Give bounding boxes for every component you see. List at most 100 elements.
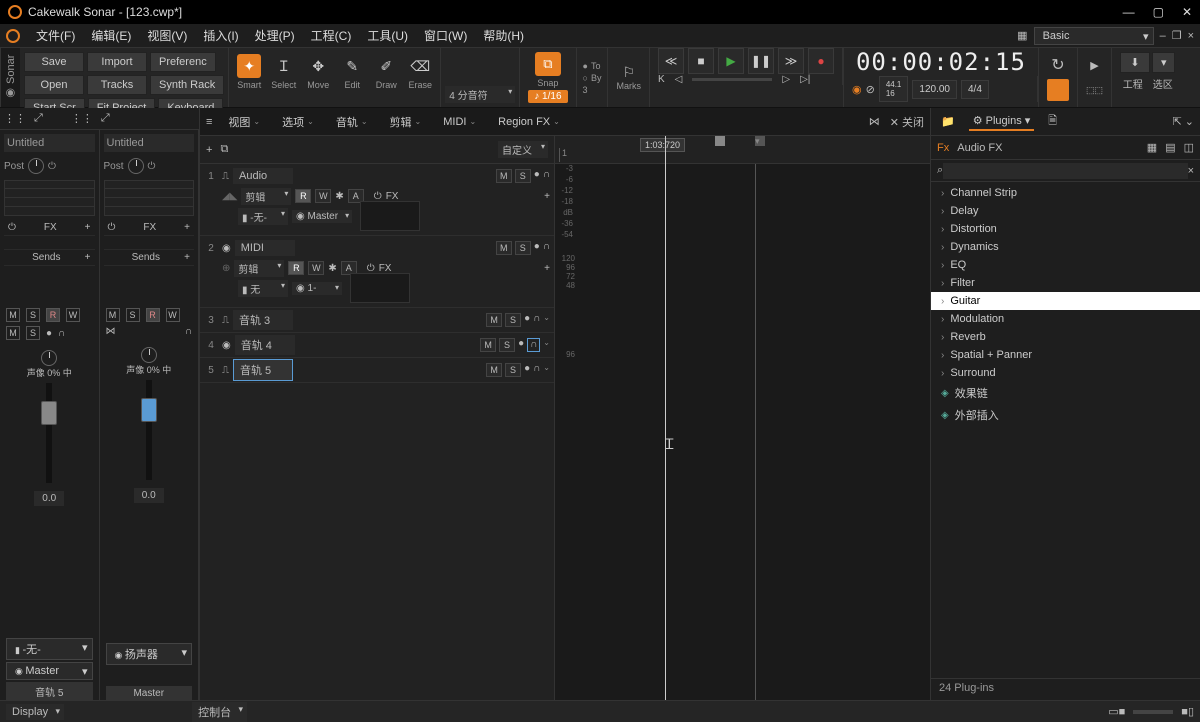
save-button[interactable]: Save [24, 52, 84, 72]
browser-pin-icon[interactable]: ⇱ ⌄ [1173, 115, 1195, 128]
hzoom-slider[interactable] [1133, 710, 1173, 714]
browser-tab-plugins[interactable]: ⚙ Plugins ▾ [969, 112, 1035, 131]
zoom-v-icon[interactable]: ■▯ [1181, 705, 1194, 718]
strip1-pan-knob[interactable] [41, 350, 57, 366]
plugin-search-input[interactable] [943, 163, 1187, 179]
track4-name[interactable]: 音轨 4 [235, 335, 295, 355]
plugin-channel-strip[interactable]: Channel Strip [931, 184, 1200, 202]
marker-1[interactable]: ▾ [715, 136, 725, 146]
br-view1-icon[interactable]: ▦ [1147, 141, 1157, 154]
strip2-post-knob[interactable] [128, 158, 144, 174]
timecode-display[interactable]: 00:00:02:15 [844, 48, 1038, 76]
smart-tool-icon[interactable]: ✦ [237, 54, 261, 78]
strip1-fader[interactable] [46, 383, 52, 483]
marker-2[interactable]: ▾ [755, 136, 765, 146]
plugin-dynamics[interactable]: Dynamics [931, 238, 1200, 256]
synthrack-button[interactable]: Synth Rack [150, 75, 224, 95]
strip2-eq[interactable] [104, 180, 195, 216]
automation-icon[interactable]: ⋈ [869, 115, 880, 128]
strip2-rec[interactable]: R [146, 308, 160, 322]
menu-insert[interactable]: 插入(I) [195, 27, 246, 44]
strip2-fx-power[interactable]: ⏻ [108, 222, 116, 233]
menu-tools[interactable]: 工具(U) [359, 27, 416, 44]
win-close-icon[interactable]: × [1188, 30, 1194, 42]
tempo-display[interactable]: 120.00 [912, 80, 957, 99]
plugin-delay[interactable]: Delay [931, 202, 1200, 220]
strip1-name[interactable]: Untitled [4, 134, 95, 152]
select-tool-icon[interactable]: Ｉ [272, 54, 296, 78]
track2-name[interactable]: MIDI [235, 240, 295, 256]
record-button[interactable]: ● [808, 48, 834, 74]
track1-out-dd[interactable]: ◉ Master [292, 210, 352, 223]
note-value-dropdown[interactable]: 4 分音符 [445, 86, 515, 103]
tb-options[interactable]: 选项⌄ [276, 112, 320, 132]
plugin-spatial[interactable]: Spatial + Panner [931, 346, 1200, 364]
track1-fx-power[interactable]: ⏻ [374, 191, 382, 202]
console-expand-icon[interactable]: ⤢ [34, 112, 43, 125]
strip2-name[interactable]: Untitled [104, 134, 195, 152]
menu-help[interactable]: 帮助(H) [475, 27, 532, 44]
track1-name[interactable]: Audio [233, 168, 293, 184]
strip1-sends-add[interactable]: + [85, 252, 91, 263]
go-start-button[interactable]: K [658, 74, 665, 85]
track1-in-dd[interactable]: ▮ -无- [238, 208, 288, 225]
strip2-mute[interactable]: M [106, 308, 120, 322]
browser-tab-notes[interactable]: 🗎 [1044, 110, 1061, 133]
plugin-distortion[interactable]: Distortion [931, 220, 1200, 238]
br-sort-icon[interactable]: ◫ [1184, 141, 1194, 154]
zoom-fit-icon[interactable]: ▭■ [1108, 705, 1125, 718]
track1-read[interactable]: R [295, 189, 311, 203]
custom-dropdown[interactable]: 自定义 [498, 141, 548, 158]
plugin-surround[interactable]: Surround [931, 364, 1200, 382]
strip2-solo[interactable]: S [126, 308, 140, 322]
forward-button[interactable]: ≫ [778, 48, 804, 74]
plugin-filter[interactable]: Filter [931, 274, 1200, 292]
loop-button[interactable]: ↻ [1051, 55, 1064, 75]
strip1-eq[interactable] [4, 180, 95, 216]
strip1-solo[interactable]: S [26, 308, 40, 322]
strip1-s2[interactable]: S [26, 326, 40, 340]
menu-process[interactable]: 处理(P) [247, 27, 303, 44]
strip2-input[interactable]: ◉ 扬声器 [106, 643, 193, 665]
menu-edit[interactable]: 编辑(E) [83, 27, 139, 44]
strip1-input[interactable]: ▮ -无- [6, 638, 93, 660]
app-menu-icon[interactable] [6, 29, 20, 43]
timesig-display[interactable]: 4/4 [961, 80, 989, 99]
tb-midi[interactable]: MIDI⌄ [437, 114, 482, 130]
track1-fx-slot[interactable] [360, 201, 420, 231]
punch-settings-icon[interactable]: ⬚⬚ [1086, 85, 1103, 96]
stop-button[interactable]: ■ [688, 48, 714, 74]
open-button[interactable]: Open [24, 75, 84, 95]
strip1-power-icon[interactable]: ⏻ [48, 161, 56, 172]
sample-rate[interactable]: 44.1 16 [879, 76, 909, 102]
prev-marker-button[interactable]: ◁ [675, 74, 683, 85]
track1-solo[interactable]: S [515, 169, 531, 183]
strip2-pan-knob[interactable] [141, 347, 157, 363]
marks-icon[interactable]: ⚐ [622, 64, 635, 81]
console-dropdown[interactable]: 控制台 [192, 702, 247, 722]
strip2-power-icon[interactable]: ⏻ [148, 161, 156, 172]
win-restore-icon[interactable]: ❐ [1172, 29, 1182, 42]
plugin-external[interactable]: 外部插入 [931, 404, 1200, 426]
strip1-write[interactable]: W [66, 308, 80, 322]
playhead[interactable] [665, 136, 666, 722]
minimize-button[interactable]: — [1123, 5, 1135, 19]
layout-dropdown[interactable]: Basic [1034, 27, 1154, 45]
strip2-fx-add[interactable]: + [184, 222, 190, 233]
plugin-list[interactable]: Channel Strip Delay Distortion Dynamics … [931, 182, 1200, 678]
display-dropdown[interactable]: Display [6, 704, 64, 720]
maximize-button[interactable]: ▢ [1153, 5, 1164, 19]
add-track-button[interactable]: + [206, 144, 212, 156]
strip2-sends-add[interactable]: + [184, 252, 190, 263]
edit-tool-icon[interactable]: ✎ [340, 54, 364, 78]
metronome-icon[interactable]: ◉ [852, 83, 862, 96]
audio-engine-icon[interactable]: ⊘ [866, 83, 875, 96]
strip1-fx-add[interactable]: + [85, 222, 91, 233]
track1-write[interactable]: W [315, 189, 331, 203]
rewind-button[interactable]: ≪ [658, 48, 684, 74]
console-menu-icon[interactable]: ⋮⋮ [4, 112, 26, 125]
menu-view[interactable]: 视图(V) [139, 27, 195, 44]
console-menu2-icon[interactable]: ⋮⋮ [71, 112, 93, 125]
close-panel[interactable]: ✕ 关闭 [890, 114, 924, 130]
pause-button[interactable]: ❚❚ [748, 48, 774, 74]
